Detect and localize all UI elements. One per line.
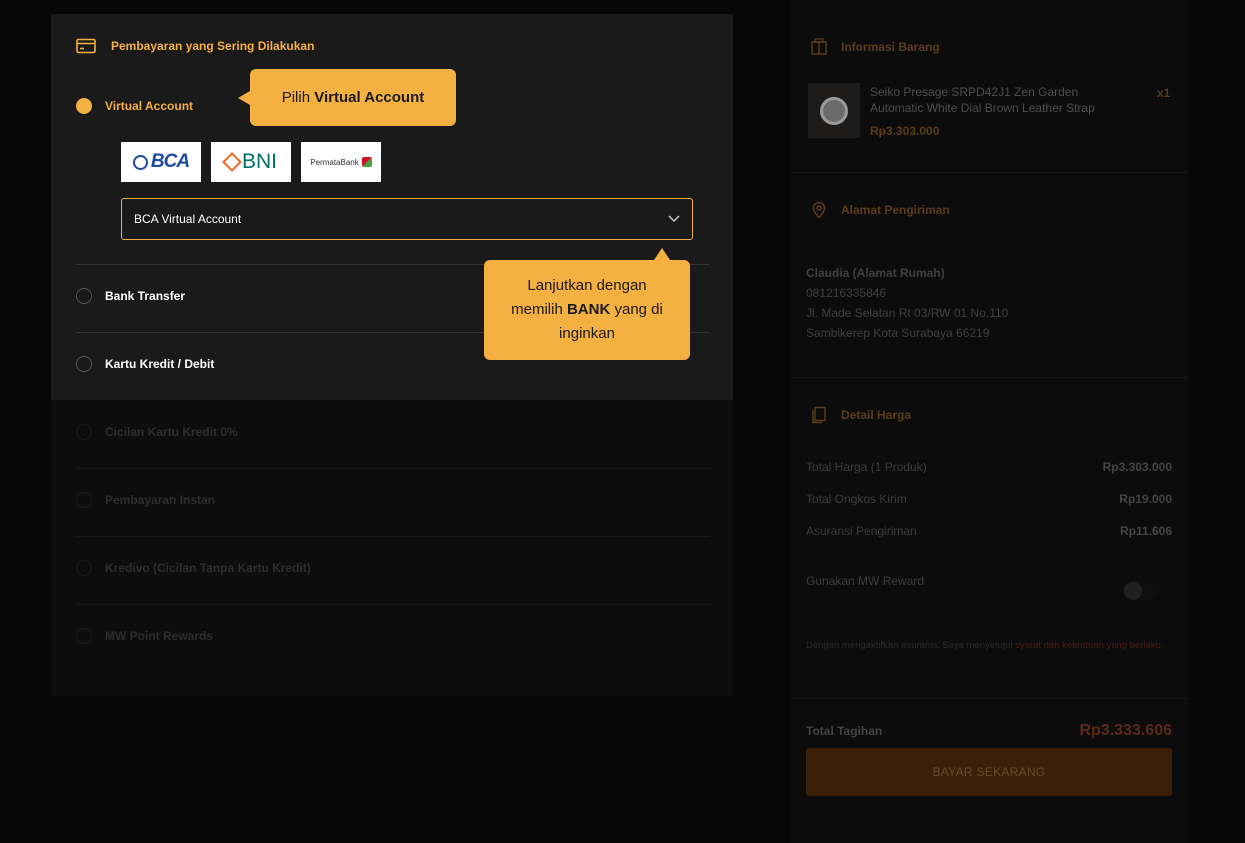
payment-option-kredivo[interactable]: Kredivo (Cicilan Tanpa Kartu Kredit) <box>76 560 311 576</box>
shipping-address-header: Alamat Pengiriman <box>810 201 950 219</box>
price-row-label: Total Harga (1 Produk) <box>806 460 927 474</box>
bni-logo: BNI <box>222 150 277 174</box>
divider <box>76 536 710 537</box>
section-title: Alamat Pengiriman <box>841 203 950 217</box>
tooltip-choose-bank: Lanjutkan dengan memilih BANK yang di in… <box>484 248 690 360</box>
tooltip-text: Pilih <box>281 89 315 106</box>
option-label: Pembayaran Instan <box>105 493 216 507</box>
bank-name: PermataBank <box>310 157 359 167</box>
option-label: Virtual Account <box>105 99 194 113</box>
total-bill-row: Total Tagihan Rp3.333.606 <box>806 722 1172 740</box>
terms-text: Dengan mengaktifkan asuransi, Saya menye… <box>806 640 1016 651</box>
radio-button[interactable] <box>76 628 92 644</box>
divider <box>790 172 1189 173</box>
mw-reward-row: Gunakan MW Reward <box>806 574 1172 588</box>
shipping-address: Claudia (Alamat Rumah) 081216335846 Jl. … <box>806 263 1008 343</box>
option-label: Kartu Kredit / Debit <box>105 357 215 371</box>
bank-logo-bca[interactable]: BCA <box>121 142 201 182</box>
insurance-terms-text: Dengan mengaktifkan asuransi, Saya menye… <box>806 636 1174 655</box>
price-row-amount: Rp3.303.000 <box>1102 460 1172 474</box>
permata-logo: PermataBank <box>310 157 372 167</box>
item-info-header: Informasi Barang <box>810 38 940 56</box>
bank-name: BCA <box>150 151 190 172</box>
product-price: Rp3.303.000 <box>870 124 940 138</box>
document-icon <box>812 406 826 424</box>
tooltip-text: memilih <box>511 301 567 318</box>
radio-button[interactable] <box>76 560 92 576</box>
tooltip-text-bold: BANK <box>566 301 611 318</box>
payment-option-bank-transfer[interactable]: Bank Transfer <box>76 288 185 304</box>
mw-reward-label: Gunakan MW Reward <box>806 574 925 588</box>
divider <box>76 604 710 605</box>
payment-header: Pembayaran yang Sering Dilakukan <box>76 38 314 54</box>
payment-option-kartu-kredit[interactable]: Kartu Kredit / Debit <box>76 356 214 372</box>
price-row-total-harga: Total Harga (1 Produk) Rp3.303.000 <box>806 460 1172 474</box>
total-bill-value: Rp3.333.606 <box>1079 722 1172 739</box>
address-line: Sambikerep Kota Surabaya 66219 <box>806 326 990 340</box>
payment-header-title: Pembayaran yang Sering Dilakukan <box>111 39 315 53</box>
address-line: Jl. Made Selatan Rt 03/RW 01 No.110 <box>806 306 1009 320</box>
payment-option-instan[interactable]: Pembayaran Instan <box>76 492 215 508</box>
terms-link[interactable]: syarat dan ketentuan yang berlaku. <box>1015 640 1163 651</box>
radio-button[interactable] <box>76 356 92 372</box>
payment-option-virtual-account[interactable]: Virtual Account <box>76 98 193 114</box>
bank-logo-list: BCA BNI PermataBank <box>121 142 381 182</box>
tooltip-choose-virtual-account: Pilih Virtual Account <box>238 69 456 126</box>
option-label: MW Point Rewards <box>105 629 214 643</box>
radio-button-selected[interactable] <box>76 98 92 114</box>
permata-mark-icon <box>361 157 372 167</box>
bank-select-dropdown[interactable]: BCA Virtual Account <box>121 198 693 240</box>
price-row-label: Total Ongkos Kirim <box>806 492 907 506</box>
tooltip-line: memilih BANK yang di <box>484 298 690 322</box>
location-pin-icon <box>812 201 826 219</box>
bni-mark-icon <box>222 152 242 172</box>
tooltip-line: Lanjutkan dengan <box>527 277 647 294</box>
price-row-label: Asuransi Pengiriman <box>806 524 917 538</box>
bank-logo-permata[interactable]: PermataBank <box>301 142 381 182</box>
option-label: Bank Transfer <box>105 289 186 303</box>
total-bill-label: Total Tagihan <box>806 724 883 738</box>
price-detail-header: Detail Harga <box>810 406 911 424</box>
product-thumbnail <box>808 83 860 138</box>
credit-card-icon <box>76 38 96 54</box>
toggle-knob <box>1124 582 1142 600</box>
product-name: Seiko Presage SRPD42J1 Zen Garden Automa… <box>870 85 1095 115</box>
radio-button[interactable] <box>76 424 92 440</box>
price-row-amount: Rp11.606 <box>1119 524 1172 538</box>
option-label: Cicilan Kartu Kredit 0% <box>105 425 238 439</box>
address-name: Claudia (Alamat Rumah) <box>806 266 945 280</box>
divider <box>790 377 1189 378</box>
pay-now-button[interactable]: BAYAR SEKARANG <box>806 748 1172 796</box>
section-title: Detail Harga <box>841 408 912 422</box>
mw-reward-toggle[interactable] <box>1123 581 1157 601</box>
tooltip-text-bold: Virtual Account <box>314 89 425 106</box>
bank-name: BNI <box>241 150 277 173</box>
price-row-asuransi: Asuransi Pengiriman Rp11.606 <box>806 524 1172 538</box>
tooltip-text: yang di <box>610 301 663 318</box>
bca-logo: BCA <box>132 151 190 173</box>
product-quantity: x1 <box>1157 86 1171 100</box>
bank-logo-bni[interactable]: BNI <box>211 142 291 182</box>
payment-option-cicilan[interactable]: Cicilan Kartu Kredit 0% <box>76 424 238 440</box>
divider <box>790 698 1189 699</box>
radio-button[interactable] <box>76 492 92 508</box>
product-box-icon <box>811 38 827 55</box>
option-label: Kredivo (Cicilan Tanpa Kartu Kredit) <box>105 561 311 575</box>
watch-image <box>820 96 848 125</box>
section-title: Informasi Barang <box>841 40 940 54</box>
address-phone: 081216335846 <box>806 286 887 300</box>
selected-bank-value: BCA Virtual Account <box>134 212 242 226</box>
chevron-down-icon <box>668 215 680 222</box>
bca-mark-icon <box>132 154 148 170</box>
payment-option-mw-point[interactable]: MW Point Rewards <box>76 628 213 644</box>
radio-button[interactable] <box>76 288 92 304</box>
tooltip-line: inginkan <box>559 325 615 342</box>
price-row-ongkos-kirim: Total Ongkos Kirim Rp19.000 <box>806 492 1172 506</box>
divider <box>76 468 710 469</box>
price-row-amount: Rp19.000 <box>1119 492 1172 506</box>
order-summary-panel: Informasi Barang Seiko Presage SRPD42J1 … <box>790 0 1189 843</box>
